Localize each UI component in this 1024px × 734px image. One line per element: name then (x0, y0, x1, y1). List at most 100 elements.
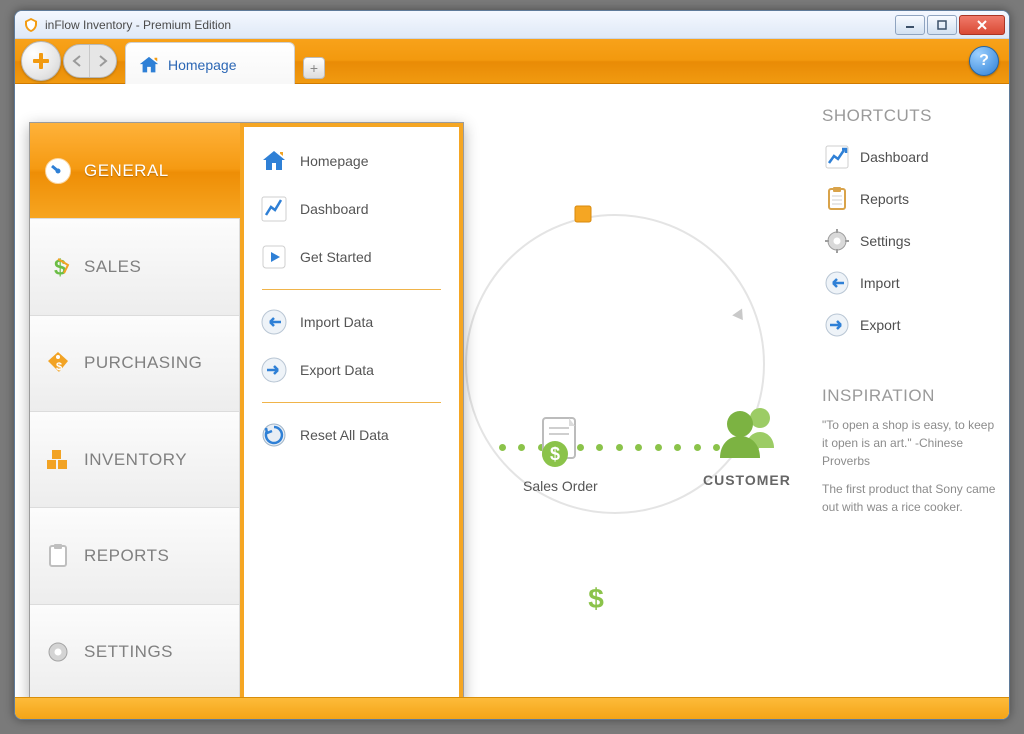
shortcut-import[interactable]: Import (822, 262, 997, 304)
chart-arrow-icon (260, 195, 288, 223)
plus-small-icon: + (310, 60, 318, 76)
gear-icon (824, 228, 850, 254)
inspiration-section: INSPIRATION "To open a shop is easy, to … (822, 386, 997, 516)
diagram-node-top[interactable] (573, 204, 595, 226)
plus-icon (30, 50, 52, 72)
status-bar (15, 697, 1009, 719)
menu-divider (262, 402, 441, 403)
menu-cat-settings[interactable]: SETTINGS (30, 605, 240, 697)
maximize-icon (937, 20, 947, 30)
menu-item-label: Reset All Data (300, 427, 389, 443)
menu-cat-sales[interactable]: $ SALES (30, 219, 240, 315)
document-dollar-icon: $ (535, 414, 585, 470)
gear-icon (44, 638, 72, 666)
svg-text:$: $ (54, 255, 67, 280)
shortcut-export[interactable]: Export (822, 304, 997, 346)
cat-label: INVENTORY (84, 450, 187, 470)
workflow-diagram: $ Sales Order CUSTOMER $ (445, 214, 805, 644)
customer-icon (712, 404, 782, 464)
help-icon: ? (979, 52, 989, 70)
menu-item-label: Import Data (300, 314, 373, 330)
help-button[interactable]: ? (969, 46, 999, 76)
menu-button[interactable] (21, 41, 61, 81)
shortcut-label: Reports (860, 191, 909, 207)
cat-label: GENERAL (84, 161, 169, 181)
price-tag-icon: $ (44, 349, 72, 377)
import-icon (260, 308, 288, 336)
window-controls (893, 15, 1005, 35)
svg-text:$: $ (56, 361, 63, 373)
menu-cat-reports[interactable]: REPORTS (30, 508, 240, 604)
app-icon (23, 17, 39, 33)
menu-cat-general[interactable]: GENERAL (30, 123, 240, 219)
shortcut-label: Export (860, 317, 900, 333)
nav-forward-button[interactable] (90, 45, 116, 77)
inspiration-heading: INSPIRATION (822, 386, 997, 406)
svg-text:$: $ (588, 584, 604, 614)
menu-item-get-started[interactable]: Get Started (248, 233, 455, 281)
menu-item-label: Dashboard (300, 201, 369, 217)
chevron-right-icon (98, 55, 108, 67)
shortcut-label: Import (860, 275, 900, 291)
main-menu-panel: GENERAL $ SALES $ PURCHASING (29, 122, 464, 697)
cat-label: REPORTS (84, 546, 169, 566)
menu-subpanel: Homepage Dashboard Get Started (240, 123, 463, 697)
maximize-button[interactable] (927, 15, 957, 35)
minimize-button[interactable] (895, 15, 925, 35)
menu-cat-inventory[interactable]: INVENTORY (30, 412, 240, 508)
shortcuts-panel: SHORTCUTS Dashboard Reports Settings (814, 84, 1009, 697)
import-icon (824, 270, 850, 296)
gauge-icon (44, 157, 72, 185)
play-icon (260, 243, 288, 271)
shortcuts-heading: SHORTCUTS (822, 106, 997, 126)
main-toolbar: Homepage + ? (15, 39, 1009, 84)
close-icon (976, 19, 988, 31)
reset-icon (260, 421, 288, 449)
menu-cat-purchasing[interactable]: $ PURCHASING (30, 316, 240, 412)
tab-label: Homepage (168, 57, 237, 73)
nav-buttons (63, 44, 117, 78)
chevron-left-icon (72, 55, 82, 67)
cat-label: PURCHASING (84, 353, 202, 373)
shortcut-label: Settings (860, 233, 911, 249)
content-area: $ Sales Order CUSTOMER $ ocatio (15, 84, 1009, 697)
add-tab-button[interactable]: + (303, 57, 325, 79)
svg-text:$: $ (550, 444, 560, 464)
shortcut-settings[interactable]: Settings (822, 220, 997, 262)
dollar-icon: $ (583, 584, 609, 614)
square-icon (573, 204, 595, 226)
titlebar: inFlow Inventory - Premium Edition (15, 11, 1009, 39)
inspiration-fact: The first product that Sony came out wit… (822, 480, 997, 516)
menu-item-reset[interactable]: Reset All Data (248, 411, 455, 459)
sales-order-label: Sales Order (523, 478, 598, 494)
home-icon (260, 147, 288, 175)
window-title: inFlow Inventory - Premium Edition (45, 18, 893, 32)
shortcut-reports[interactable]: Reports (822, 178, 997, 220)
dollar-tag-icon: $ (44, 253, 72, 281)
export-icon (824, 312, 850, 338)
tab-homepage[interactable]: Homepage (125, 42, 295, 87)
diagram-node-customer[interactable]: CUSTOMER (703, 404, 791, 488)
export-icon (260, 356, 288, 384)
diagram-node-bottom[interactable]: $ (583, 584, 609, 614)
inspiration-quote: "To open a shop is easy, to keep it open… (822, 416, 997, 470)
menu-item-import[interactable]: Import Data (248, 298, 455, 346)
minimize-icon (905, 21, 915, 29)
diagram-node-sales-order[interactable]: $ Sales Order (523, 414, 598, 494)
menu-item-export[interactable]: Export Data (248, 346, 455, 394)
menu-divider (262, 289, 441, 290)
boxes-icon (44, 446, 72, 474)
customer-label: CUSTOMER (703, 472, 791, 488)
app-window: inFlow Inventory - Premium Edition (14, 10, 1010, 720)
menu-item-label: Export Data (300, 362, 374, 378)
menu-item-homepage[interactable]: Homepage (248, 137, 455, 185)
close-button[interactable] (959, 15, 1005, 35)
menu-item-label: Homepage (300, 153, 369, 169)
chart-arrow-icon (824, 144, 850, 170)
cat-label: SETTINGS (84, 642, 173, 662)
menu-item-label: Get Started (300, 249, 372, 265)
clipboard-icon (44, 542, 72, 570)
shortcut-dashboard[interactable]: Dashboard (822, 136, 997, 178)
nav-back-button[interactable] (64, 45, 90, 77)
menu-item-dashboard[interactable]: Dashboard (248, 185, 455, 233)
